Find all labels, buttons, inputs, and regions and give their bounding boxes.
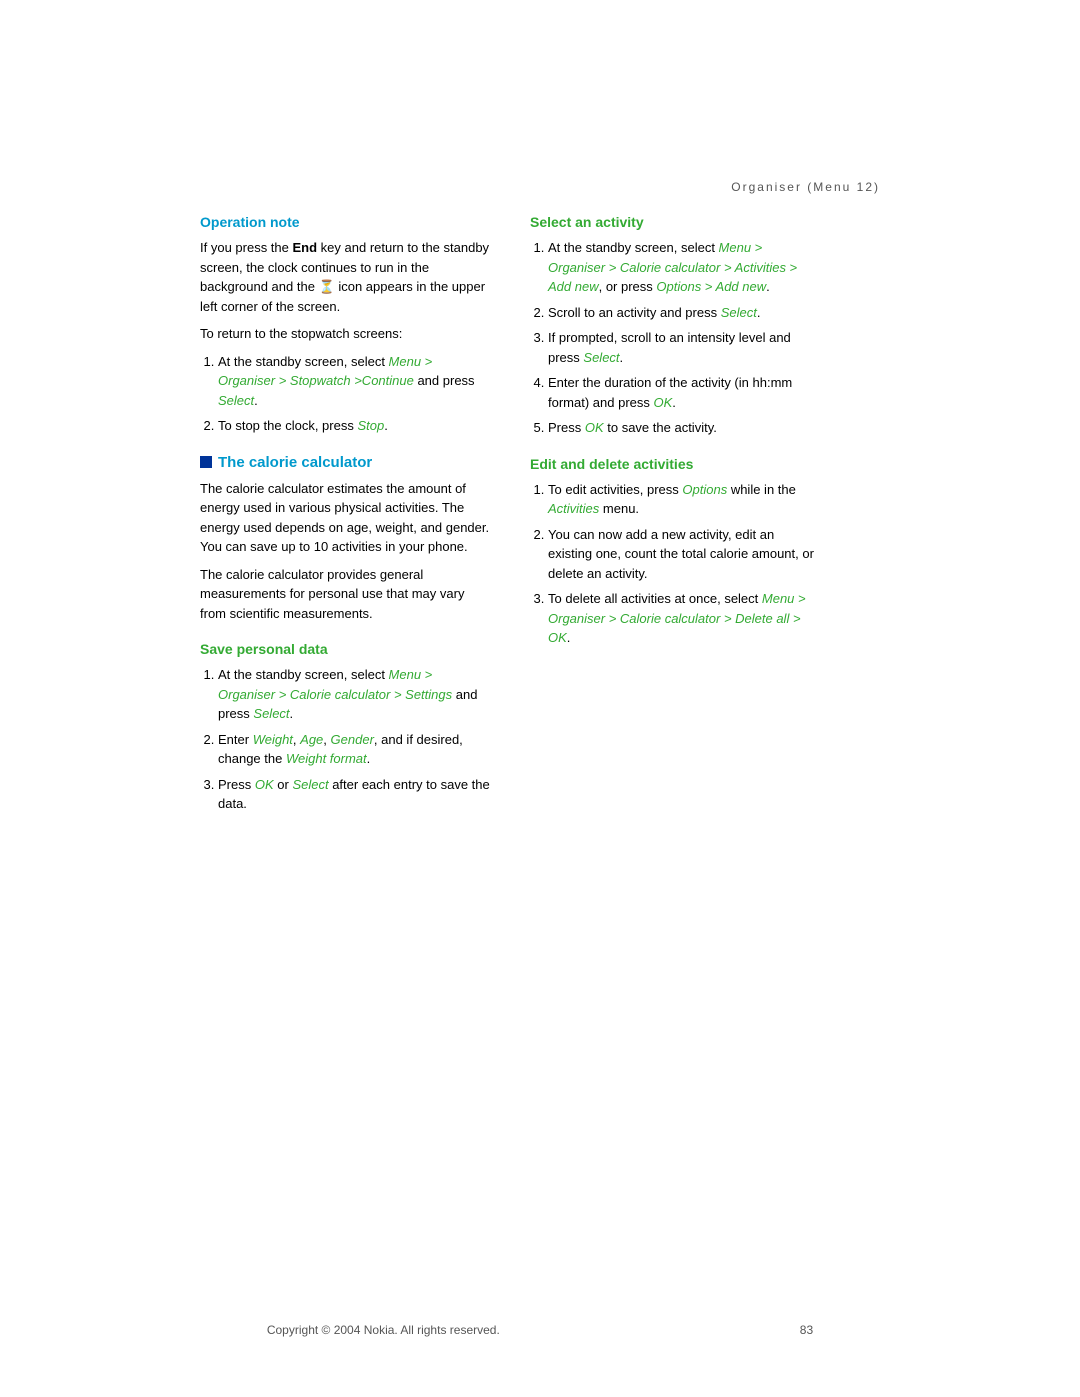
page-header: Organiser (Menu 12) <box>0 0 1080 204</box>
select-activity-section: Select an activity At the standby screen… <box>530 214 820 438</box>
footer: Copyright © 2004 Nokia. All rights reser… <box>0 1323 1080 1337</box>
blue-square-icon <box>200 456 212 468</box>
op-step2-stop: Stop <box>357 418 384 433</box>
select-step5-ok: OK <box>585 420 604 435</box>
edit-delete-steps: To edit activities, press Options while … <box>530 480 820 648</box>
save-select: Select <box>292 777 328 792</box>
op-step1-link: Menu > Organiser > Stopwatch >Continue <box>218 354 432 389</box>
save-weight-format: Weight format <box>286 751 367 766</box>
header-text: Organiser (Menu 12) <box>731 180 880 194</box>
edit-step-3: To delete all activities at once, select… <box>548 589 820 648</box>
save-personal-data-steps: At the standby screen, select Menu > Org… <box>200 665 490 814</box>
operation-note-steps: At the standby screen, select Menu > Org… <box>200 352 490 436</box>
calorie-para2: The calorie calculator provides general … <box>200 565 490 624</box>
save-personal-data-section: Save personal data At the standby screen… <box>200 641 490 814</box>
edit-step-1: To edit activities, press Options while … <box>548 480 820 519</box>
save-step-3: Press OK or Select after each entry to s… <box>218 775 490 814</box>
save-step-2: Enter Weight, Age, Gender, and if desire… <box>218 730 490 769</box>
operation-note-para2: To return to the stopwatch screens: <box>200 324 490 344</box>
operation-step-1: At the standby screen, select Menu > Org… <box>218 352 490 411</box>
content-area: Operation note If you press the End key … <box>0 204 1080 892</box>
save-weight: Weight <box>253 732 293 747</box>
save-step-1: At the standby screen, select Menu > Org… <box>218 665 490 724</box>
op-step1-select: Select <box>218 393 254 408</box>
save-age: Age <box>300 732 323 747</box>
operation-step-2: To stop the clock, press Stop. <box>218 416 490 436</box>
calorie-para1: The calorie calculator estimates the amo… <box>200 479 490 557</box>
select-activity-steps: At the standby screen, select Menu > Org… <box>530 238 820 438</box>
right-column: Select an activity At the standby screen… <box>530 214 820 832</box>
select-activity-title: Select an activity <box>530 214 820 230</box>
edit-delete-title: Edit and delete activities <box>530 456 820 472</box>
end-key-bold: End <box>293 240 318 255</box>
left-column: Operation note If you press the End key … <box>200 214 490 832</box>
edit-step1-activities: Activities <box>548 501 599 516</box>
save-personal-data-title: Save personal data <box>200 641 490 657</box>
select-step1-options: Options > Add new <box>656 279 766 294</box>
calorie-calculator-section: The calorie calculator The calorie calcu… <box>200 454 490 624</box>
select-step-5: Press OK to save the activity. <box>548 418 820 438</box>
operation-note-title: Operation note <box>200 214 490 230</box>
edit-step3-link: Menu > Organiser > Calorie calculator > … <box>548 591 806 645</box>
save-step1-link: Menu > Organiser > Calorie calculator > … <box>218 667 452 702</box>
select-step-3: If prompted, scroll to an intensity leve… <box>548 328 820 367</box>
edit-delete-section: Edit and delete activities To edit activ… <box>530 456 820 648</box>
calorie-calculator-title-text: The calorie calculator <box>218 454 372 471</box>
operation-note-section: Operation note If you press the End key … <box>200 214 490 436</box>
operation-note-para1: If you press the End key and return to t… <box>200 238 490 316</box>
stopwatch-icon: ⏳ <box>319 277 335 297</box>
select-step-4: Enter the duration of the activity (in h… <box>548 373 820 412</box>
save-gender: Gender <box>331 732 374 747</box>
save-step1-select: Select <box>253 706 289 721</box>
select-step-2: Scroll to an activity and press Select. <box>548 303 820 323</box>
footer-copyright: Copyright © 2004 Nokia. All rights reser… <box>267 1323 500 1337</box>
select-step-1: At the standby screen, select Menu > Org… <box>548 238 820 297</box>
edit-step-2: You can now add a new activity, edit an … <box>548 525 820 584</box>
footer-page-number: 83 <box>800 1323 813 1337</box>
page-container: Organiser (Menu 12) Operation note If yo… <box>0 0 1080 1397</box>
save-ok: OK <box>255 777 274 792</box>
select-step3-select: Select <box>583 350 619 365</box>
select-step2-select: Select <box>721 305 757 320</box>
select-step4-ok: OK <box>654 395 673 410</box>
edit-step1-options: Options <box>682 482 727 497</box>
calorie-calculator-title: The calorie calculator <box>200 454 490 471</box>
